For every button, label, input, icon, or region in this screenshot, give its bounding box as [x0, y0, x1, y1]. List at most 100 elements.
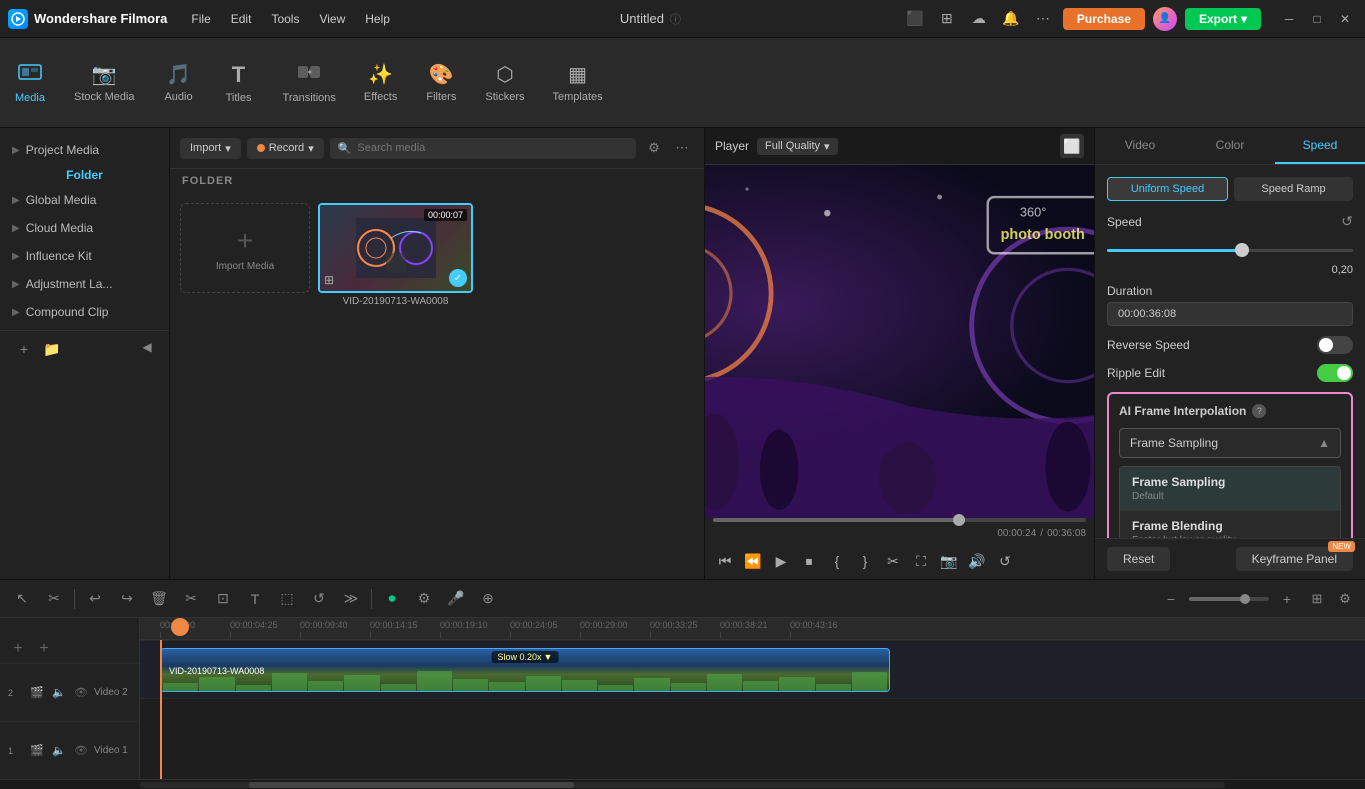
mark-in-icon[interactable]: {: [825, 549, 849, 573]
dropdown-option-frame-blending[interactable]: Frame Blending Faster but lower quality: [1120, 511, 1340, 538]
ripple-edit-toggle[interactable]: [1317, 364, 1353, 382]
sidebar-item-global-media[interactable]: ▶ Global Media: [0, 186, 169, 214]
speed-reset-icon[interactable]: ↺: [1341, 213, 1353, 230]
menu-edit[interactable]: Edit: [223, 8, 260, 30]
menu-help[interactable]: Help: [357, 8, 398, 30]
screen-icon[interactable]: ⬛: [903, 7, 927, 31]
tl-transform-btn[interactable]: ⬚: [273, 585, 301, 613]
sidebar-item-adjustment-la[interactable]: ▶ Adjustment La...: [0, 270, 169, 298]
tl-composite-btn[interactable]: ⊕: [474, 585, 502, 613]
add-audio-track-btn[interactable]: +: [34, 639, 54, 659]
tl-record-btn[interactable]: ⏺: [378, 585, 406, 613]
speed-ramp-button[interactable]: Speed Ramp: [1234, 177, 1353, 201]
tl-redo-btn[interactable]: ↪: [113, 585, 141, 613]
filter-icon[interactable]: ⚙: [642, 136, 666, 160]
tool-templates[interactable]: ▦ Templates: [538, 46, 616, 119]
tool-audio[interactable]: 🎵 Audio: [149, 46, 209, 119]
scroll-thumb[interactable]: [249, 782, 575, 788]
track-hide-video2[interactable]: 👁: [72, 684, 90, 702]
sidebar-collapse-btn[interactable]: ◀: [137, 337, 157, 357]
player-screen-icon[interactable]: ⬜: [1060, 134, 1084, 158]
tl-razor-tool[interactable]: ✂: [40, 585, 68, 613]
ai-frame-dropdown[interactable]: Frame Sampling ▲: [1119, 428, 1341, 458]
tl-audio-btn[interactable]: 🎤: [442, 585, 470, 613]
progress-bar[interactable]: [713, 518, 1086, 522]
volume-icon[interactable]: 🔊: [965, 549, 989, 573]
speed-slider[interactable]: [1107, 240, 1353, 260]
tl-settings-btn[interactable]: ⚙: [410, 585, 438, 613]
tl-zoom-slider[interactable]: [1189, 597, 1269, 601]
fullscreen-icon[interactable]: ⛶: [909, 549, 933, 573]
tl-text-btn[interactable]: T: [241, 585, 269, 613]
apps-icon[interactable]: ⋯: [1031, 7, 1055, 31]
panel-icon[interactable]: ⊞: [935, 7, 959, 31]
tool-stock-media[interactable]: 📷 Stock Media: [60, 46, 149, 119]
scroll-track[interactable]: [140, 782, 1225, 788]
track-mute-video2[interactable]: 🔈: [50, 684, 68, 702]
import-media-area[interactable]: + Import Media: [180, 203, 310, 293]
import-button[interactable]: Import ▾: [180, 138, 241, 159]
step-back-icon[interactable]: ⏪: [741, 549, 765, 573]
track-mute-video1[interactable]: 🔈: [50, 742, 68, 760]
cloud-icon[interactable]: ☁: [967, 7, 991, 31]
tab-video[interactable]: Video: [1095, 128, 1185, 164]
avatar[interactable]: 👤: [1153, 7, 1177, 31]
tl-zoom-in-btn[interactable]: +: [1273, 585, 1301, 613]
search-input[interactable]: [357, 142, 628, 154]
sidebar-folder-btn2[interactable]: 📁: [40, 337, 64, 361]
video-clip[interactable]: Slow 0.20x ▼: [160, 648, 890, 692]
tl-select-tool[interactable]: ↖: [8, 585, 36, 613]
mark-out-icon[interactable]: }: [853, 549, 877, 573]
sidebar-item-cloud-media[interactable]: ▶ Cloud Media: [0, 214, 169, 242]
tl-crop-btn[interactable]: ⊡: [209, 585, 237, 613]
tl-more-btn[interactable]: ≫: [337, 585, 365, 613]
tab-speed[interactable]: Speed: [1275, 128, 1365, 164]
tl-undo-btn[interactable]: ↩: [81, 585, 109, 613]
track-lock-video2[interactable]: 🎬: [28, 684, 46, 702]
media-item[interactable]: 00:00:07 ⊞ ✓ VID-20190713-WA0008: [318, 203, 473, 307]
maximize-button[interactable]: □: [1305, 9, 1329, 29]
sidebar-folder-btn[interactable]: Folder: [0, 164, 169, 186]
playhead[interactable]: [160, 640, 162, 779]
reverse-speed-toggle[interactable]: [1317, 336, 1353, 354]
more-options-icon[interactable]: ⋯: [670, 136, 694, 160]
export-button[interactable]: Export ▾: [1185, 8, 1261, 30]
sidebar-item-influence-kit[interactable]: ▶ Influence Kit: [0, 242, 169, 270]
uniform-speed-button[interactable]: Uniform Speed: [1107, 177, 1228, 201]
skip-back-icon[interactable]: ⏮: [713, 549, 737, 573]
ai-info-icon[interactable]: ?: [1252, 404, 1266, 418]
menu-file[interactable]: File: [183, 8, 218, 30]
close-button[interactable]: ✕: [1333, 9, 1357, 29]
purchase-button[interactable]: Purchase: [1063, 8, 1145, 30]
dropdown-option-frame-sampling[interactable]: Frame Sampling Default: [1120, 467, 1340, 511]
record-button[interactable]: Record ▾: [247, 138, 324, 159]
tool-filters[interactable]: 🎨 Filters: [411, 46, 471, 119]
tl-settings2-btn[interactable]: ⚙: [1333, 587, 1357, 611]
snapshot-icon[interactable]: 📷: [937, 549, 961, 573]
menu-view[interactable]: View: [311, 8, 353, 30]
tl-zoom-thumb[interactable]: [1240, 594, 1250, 604]
tl-cut-btn[interactable]: ✂: [177, 585, 205, 613]
sidebar-add-btn[interactable]: +: [12, 337, 36, 361]
notification-icon[interactable]: 🔔: [999, 7, 1023, 31]
sidebar-item-compound-clip[interactable]: ▶ Compound Clip: [0, 298, 169, 326]
speed-slider-thumb[interactable]: [1235, 243, 1249, 257]
tab-color[interactable]: Color: [1185, 128, 1275, 164]
menu-tools[interactable]: Tools: [263, 8, 307, 30]
tool-stickers[interactable]: ⬡ Stickers: [471, 46, 538, 119]
rotate-icon[interactable]: ↺: [993, 549, 1017, 573]
tl-layout-btn[interactable]: ⊞: [1305, 587, 1329, 611]
play-icon[interactable]: ▶: [769, 549, 793, 573]
add-video-track-btn[interactable]: +: [8, 639, 28, 659]
track-lock-video1[interactable]: 🎬: [28, 742, 46, 760]
tl-delete-btn[interactable]: 🗑: [145, 585, 173, 613]
track-hide-video1[interactable]: 👁: [72, 742, 90, 760]
tool-titles[interactable]: T Titles: [209, 46, 269, 119]
tl-zoom-out-btn[interactable]: −: [1157, 585, 1185, 613]
quality-select[interactable]: Full Quality ▾: [757, 138, 838, 155]
tool-effects[interactable]: ✨ Effects: [350, 46, 411, 119]
split-icon[interactable]: ✂: [881, 549, 905, 573]
minimize-button[interactable]: ─: [1277, 9, 1301, 29]
tool-media[interactable]: Media: [0, 46, 60, 119]
progress-thumb[interactable]: [953, 514, 965, 526]
